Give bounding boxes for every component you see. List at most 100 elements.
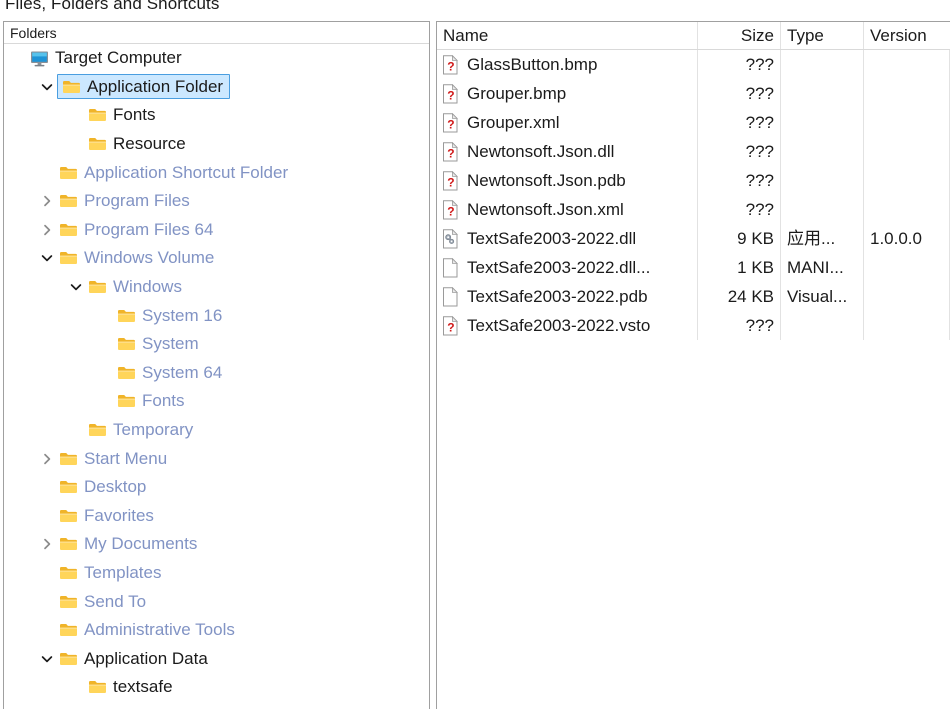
file-cell-size: 1 KB bbox=[698, 253, 781, 282]
file-cell-version bbox=[864, 166, 950, 195]
chevron-down-icon[interactable] bbox=[37, 252, 57, 264]
tree-item[interactable]: Resource bbox=[4, 130, 429, 159]
folder-icon bbox=[86, 420, 108, 440]
application-file-icon bbox=[440, 228, 461, 250]
file-row[interactable]: TextSafe2003-2022.dll 9 KB 应用... 1.0.0.0 bbox=[437, 224, 950, 253]
file-cell-size: 9 KB bbox=[698, 224, 781, 253]
tree-item[interactable]: System bbox=[4, 330, 429, 359]
tree-item[interactable]: Windows Volume bbox=[4, 244, 429, 273]
file-cell-size: ??? bbox=[698, 195, 781, 224]
file-cell-type bbox=[781, 108, 864, 137]
chevron-down-icon[interactable] bbox=[66, 281, 86, 293]
files-folders-shortcuts-page: Files, Folders and Shortcuts Folders Tar… bbox=[0, 0, 950, 709]
folder-icon bbox=[115, 334, 137, 354]
folder-icon bbox=[57, 706, 79, 708]
tree-item-label: Windows Volume bbox=[84, 248, 215, 268]
folder-icon bbox=[57, 592, 79, 612]
column-header-name[interactable]: Name bbox=[437, 22, 698, 49]
tree-item[interactable]: Program Files bbox=[4, 187, 429, 216]
file-list-header: Name Size Type Version bbox=[437, 22, 950, 50]
tree-item[interactable]: Target Computer bbox=[4, 44, 429, 73]
folders-column-header[interactable]: Folders bbox=[4, 22, 429, 44]
tree-item[interactable]: Send To bbox=[4, 587, 429, 616]
folder-icon bbox=[86, 105, 108, 125]
chevron-right-icon[interactable] bbox=[37, 224, 57, 236]
file-cell-size: ??? bbox=[698, 166, 781, 195]
chevron-right-icon[interactable] bbox=[37, 538, 57, 550]
file-cell-size: ??? bbox=[698, 311, 781, 340]
tree-item[interactable]: Desktop bbox=[4, 473, 429, 502]
file-row[interactable]: ? Grouper.bmp??? bbox=[437, 79, 950, 108]
tree-item-label: Desktop bbox=[84, 477, 147, 497]
chevron-right-icon[interactable] bbox=[37, 195, 57, 207]
column-header-version[interactable]: Version bbox=[864, 22, 950, 49]
folder-icon bbox=[57, 563, 79, 583]
chevron-down-icon[interactable] bbox=[37, 81, 57, 93]
file-name-label: Newtonsoft.Json.xml bbox=[467, 199, 624, 219]
unknown-file-icon: ? bbox=[440, 112, 461, 134]
tree-item[interactable]: Windows bbox=[4, 273, 429, 302]
tree-item-label: Program Files 64 bbox=[84, 219, 214, 239]
folder-icon bbox=[57, 620, 79, 640]
file-row[interactable]: ? Newtonsoft.Json.pdb??? bbox=[437, 166, 950, 195]
tree-item[interactable]: Application Folder bbox=[4, 73, 429, 102]
svg-text:?: ? bbox=[447, 320, 454, 334]
file-row[interactable]: TextSafe2003-2022.dll... 1 KB MANI... bbox=[437, 253, 950, 282]
file-cell-type bbox=[781, 311, 864, 340]
file-row[interactable]: ? Grouper.xml??? bbox=[437, 108, 950, 137]
file-row[interactable]: ? TextSafe2003-2022.vsto??? bbox=[437, 311, 950, 340]
file-name-label: GlassButton.bmp bbox=[467, 54, 598, 74]
file-cell-name: ? Newtonsoft.Json.xml bbox=[437, 195, 698, 224]
tree-item-label: Common Application Data bbox=[79, 706, 285, 708]
tree-item[interactable]: Application Data bbox=[4, 644, 429, 673]
file-cell-version: 1.0.0.0 bbox=[864, 224, 950, 253]
tree-item[interactable]: My Documents bbox=[4, 530, 429, 559]
file-list-body[interactable]: ? GlassButton.bmp???? Grouper.bmp???? Group… bbox=[437, 50, 950, 340]
tree-item-label: Send To bbox=[84, 591, 147, 611]
tree-item[interactable]: Fonts bbox=[4, 101, 429, 130]
folder-icon bbox=[57, 477, 79, 497]
tree-item[interactable]: Program Files 64 bbox=[4, 216, 429, 245]
tree-item[interactable]: Favorites bbox=[4, 502, 429, 531]
file-row[interactable]: ? Newtonsoft.Json.dll??? bbox=[437, 137, 950, 166]
file-cell-version bbox=[864, 253, 950, 282]
chevron-down-icon[interactable] bbox=[37, 653, 57, 665]
tree-item[interactable]: Common Application Data bbox=[4, 702, 429, 708]
tree-item[interactable]: Administrative Tools bbox=[4, 616, 429, 645]
tree-item[interactable]: System 16 bbox=[4, 301, 429, 330]
file-name-label: TextSafe2003-2022.vsto bbox=[467, 315, 651, 335]
svg-text:?: ? bbox=[447, 88, 454, 102]
tree-item[interactable]: System 64 bbox=[4, 359, 429, 388]
file-cell-name: TextSafe2003-2022.pdb bbox=[437, 282, 698, 311]
tree-item[interactable]: Temporary bbox=[4, 416, 429, 445]
tree-item[interactable]: Fonts bbox=[4, 387, 429, 416]
folder-icon bbox=[115, 363, 137, 383]
tree-item[interactable]: Start Menu bbox=[4, 444, 429, 473]
tree-item[interactable]: textsafe bbox=[4, 673, 429, 702]
file-row[interactable]: TextSafe2003-2022.pdb 24 KB Visual... bbox=[437, 282, 950, 311]
file-cell-name: TextSafe2003-2022.dll bbox=[437, 224, 698, 253]
file-row[interactable]: ? Newtonsoft.Json.xml??? bbox=[437, 195, 950, 224]
tree-item[interactable]: Application Shortcut Folder bbox=[4, 158, 429, 187]
tree-item-label: Favorites bbox=[84, 505, 154, 525]
column-header-type[interactable]: Type bbox=[781, 22, 864, 49]
tree-item[interactable]: Templates bbox=[4, 559, 429, 588]
file-row[interactable]: ? GlassButton.bmp??? bbox=[437, 50, 950, 79]
file-cell-version bbox=[864, 108, 950, 137]
tree-item-label: Start Menu bbox=[84, 448, 168, 468]
tree-item-label: Application Data bbox=[84, 648, 208, 668]
column-header-size[interactable]: Size bbox=[698, 22, 781, 49]
svg-text:?: ? bbox=[447, 146, 454, 160]
tree-item-label: Administrative Tools bbox=[84, 620, 235, 640]
tree-item-label: Fonts bbox=[113, 105, 156, 125]
file-cell-type: 应用... bbox=[781, 224, 864, 253]
file-cell-name: ? GlassButton.bmp bbox=[437, 50, 698, 79]
file-list-panel: Name Size Type Version ? GlassButton.bmp????… bbox=[436, 21, 950, 709]
tree-item-selection[interactable]: Application Folder bbox=[57, 74, 231, 100]
folders-tree[interactable]: Target Computer Application Folder Fonts Re… bbox=[4, 44, 429, 708]
tree-item-label: My Documents bbox=[84, 534, 198, 554]
tree-item-label: textsafe bbox=[113, 677, 173, 697]
file-cell-version bbox=[864, 195, 950, 224]
chevron-right-icon[interactable] bbox=[37, 453, 57, 465]
svg-text:?: ? bbox=[447, 204, 454, 218]
